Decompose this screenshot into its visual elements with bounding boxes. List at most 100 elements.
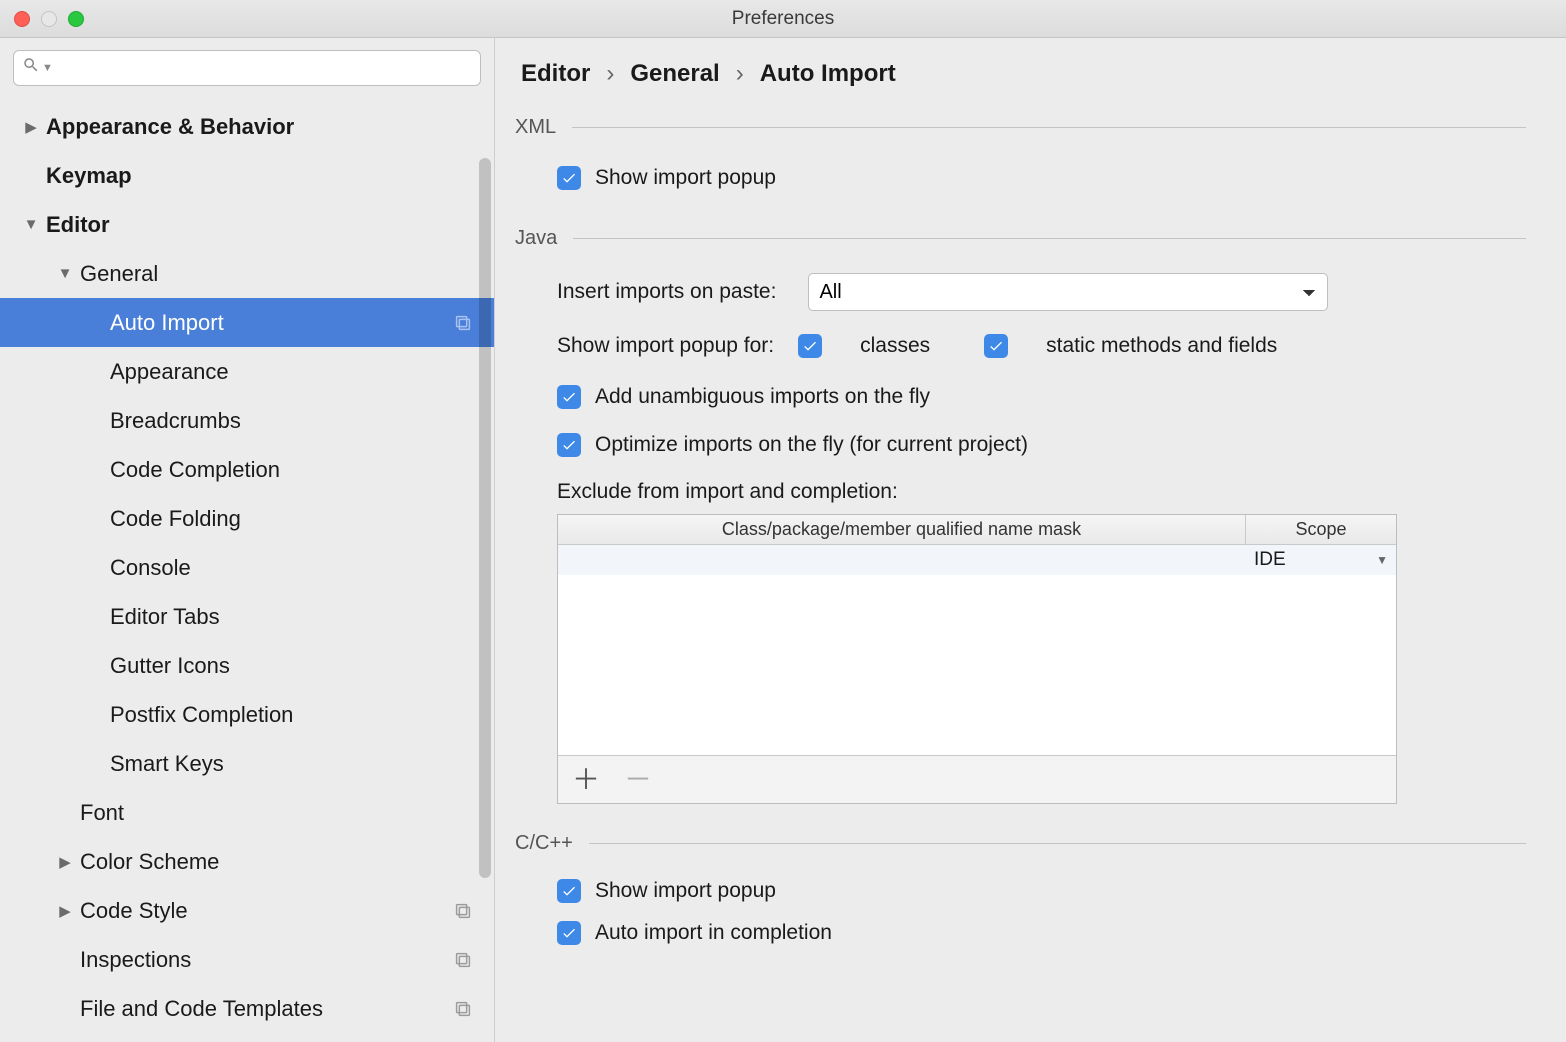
table-row[interactable]: IDE ▼	[558, 545, 1396, 575]
tree-item-inspections[interactable]: Inspections	[0, 935, 494, 984]
cpp-show-popup-label: Show import popup	[595, 879, 776, 903]
breadcrumb-editor[interactable]: Editor	[521, 60, 590, 88]
settings-tree: ▶Appearance & BehaviorKeymap▼Editor▼Gene…	[0, 98, 494, 1042]
remove-button[interactable]: －	[624, 766, 652, 794]
scope-value: IDE	[1254, 549, 1286, 571]
search-icon	[22, 56, 40, 80]
exclude-col-scope[interactable]: Scope	[1246, 515, 1396, 544]
settings-panel: Editor › General › Auto Import XML Show …	[495, 38, 1566, 1042]
tree-item-general[interactable]: ▼General	[0, 249, 494, 298]
divider	[573, 238, 1526, 239]
tree-item-label: General	[80, 261, 158, 287]
optimize-label: Optimize imports on the fly (for current…	[595, 433, 1028, 457]
breadcrumb-general[interactable]: General	[630, 60, 719, 88]
exclude-scope-cell[interactable]: IDE ▼	[1246, 545, 1396, 575]
tree-item-gutter-icons[interactable]: Gutter Icons	[0, 641, 494, 690]
tree-item-label: Gutter Icons	[110, 653, 230, 679]
cpp-show-popup-checkbox[interactable]	[557, 879, 581, 903]
tree-item-label: Code Style	[80, 898, 188, 924]
xml-show-popup-checkbox[interactable]	[557, 166, 581, 190]
tree-item-label: Breadcrumbs	[110, 408, 241, 434]
tree-item-appearance-behavior[interactable]: ▶Appearance & Behavior	[0, 102, 494, 151]
chevron-down-icon[interactable]: ▼	[20, 216, 42, 233]
chevron-down-icon[interactable]: ▼	[54, 265, 76, 282]
tree-item-label: Color Scheme	[80, 849, 219, 875]
tree-item-appearance[interactable]: Appearance	[0, 347, 494, 396]
tree-item-smart-keys[interactable]: Smart Keys	[0, 739, 494, 788]
exclude-table-body[interactable]: IDE ▼	[558, 545, 1396, 755]
exclude-col-mask[interactable]: Class/package/member qualified name mask	[558, 515, 1246, 544]
tree-item-code-folding[interactable]: Code Folding	[0, 494, 494, 543]
static-label: static methods and fields	[1046, 334, 1277, 358]
breadcrumb-auto-import: Auto Import	[760, 60, 896, 88]
tree-item-keymap[interactable]: Keymap	[0, 151, 494, 200]
java-section-title: Java	[515, 227, 557, 250]
titlebar: Preferences	[0, 0, 1566, 38]
tree-item-label: Font	[80, 800, 124, 826]
tree-item-postfix-completion[interactable]: Postfix Completion	[0, 690, 494, 739]
tree-item-console[interactable]: Console	[0, 543, 494, 592]
xml-section-title: XML	[515, 116, 556, 139]
search-field[interactable]: ▼	[13, 50, 481, 86]
tree-item-auto-import[interactable]: Auto Import	[0, 298, 494, 347]
tree-item-label: Appearance	[110, 359, 229, 385]
tree-item-label: Editor Tabs	[110, 604, 220, 630]
tree-item-editor[interactable]: ▼Editor	[0, 200, 494, 249]
copy-settings-icon[interactable]	[452, 900, 474, 922]
cpp-section-title: C/C++	[515, 832, 573, 855]
tree-item-label: Smart Keys	[110, 751, 224, 777]
exclude-table: Class/package/member qualified name mask…	[557, 514, 1397, 804]
search-dropdown-icon[interactable]: ▼	[42, 62, 53, 74]
optimize-checkbox[interactable]	[557, 433, 581, 457]
tree-item-label: Inspections	[80, 947, 191, 973]
insert-imports-label: Insert imports on paste:	[557, 280, 776, 304]
search-input[interactable]	[59, 57, 472, 79]
divider	[572, 127, 1526, 128]
divider	[589, 843, 1526, 844]
classes-checkbox[interactable]	[798, 334, 822, 358]
sidebar: ▼ ▶Appearance & BehaviorKeymap▼Editor▼Ge…	[0, 38, 495, 1042]
chevron-down-icon[interactable]: ▼	[1376, 553, 1388, 567]
tree-item-font[interactable]: Font	[0, 788, 494, 837]
tree-item-color-scheme[interactable]: ▶Color Scheme	[0, 837, 494, 886]
tree-item-label: Appearance & Behavior	[46, 114, 294, 140]
copy-settings-icon[interactable]	[452, 312, 474, 334]
tree-item-label: File and Code Templates	[80, 996, 323, 1022]
xml-section: XML Show import popup	[515, 116, 1526, 199]
tree-item-label: Auto Import	[110, 310, 224, 336]
tree-item-editor-tabs[interactable]: Editor Tabs	[0, 592, 494, 641]
tree-item-code-completion[interactable]: Code Completion	[0, 445, 494, 494]
window-title: Preferences	[0, 8, 1566, 30]
tree-item-code-style[interactable]: ▶Code Style	[0, 886, 494, 935]
copy-settings-icon[interactable]	[452, 998, 474, 1020]
show-popup-for-label: Show import popup for:	[557, 334, 774, 358]
breadcrumb-sep-icon: ›	[606, 60, 614, 88]
tree-item-label: Postfix Completion	[110, 702, 293, 728]
cpp-section: C/C++ Show import popup Auto import in c…	[515, 832, 1526, 951]
sidebar-scrollbar[interactable]	[479, 158, 491, 878]
chevron-right-icon[interactable]: ▶	[20, 118, 42, 136]
insert-imports-select[interactable]: All	[808, 273, 1328, 311]
chevron-right-icon[interactable]: ▶	[54, 902, 76, 920]
breadcrumb-sep-icon: ›	[736, 60, 744, 88]
unambiguous-label: Add unambiguous imports on the fly	[595, 385, 930, 409]
exclude-mask-cell[interactable]	[558, 545, 1246, 575]
breadcrumb: Editor › General › Auto Import	[521, 60, 1526, 88]
exclude-label: Exclude from import and completion:	[557, 480, 1526, 504]
static-checkbox[interactable]	[984, 334, 1008, 358]
tree-item-breadcrumbs[interactable]: Breadcrumbs	[0, 396, 494, 445]
tree-item-file-and-code-templates[interactable]: File and Code Templates	[0, 984, 494, 1033]
add-button[interactable]: ＋	[572, 766, 600, 794]
copy-settings-icon[interactable]	[452, 949, 474, 971]
tree-item-label: Code Folding	[110, 506, 241, 532]
tree-item-label: Console	[110, 555, 191, 581]
tree-item-label: Code Completion	[110, 457, 280, 483]
xml-show-popup-label: Show import popup	[595, 166, 776, 190]
classes-label: classes	[860, 334, 930, 358]
tree-item-label: Keymap	[46, 163, 132, 189]
unambiguous-checkbox[interactable]	[557, 385, 581, 409]
chevron-right-icon[interactable]: ▶	[54, 853, 76, 871]
cpp-auto-import-label: Auto import in completion	[595, 921, 832, 945]
cpp-auto-import-checkbox[interactable]	[557, 921, 581, 945]
tree-item-label: Editor	[46, 212, 110, 238]
